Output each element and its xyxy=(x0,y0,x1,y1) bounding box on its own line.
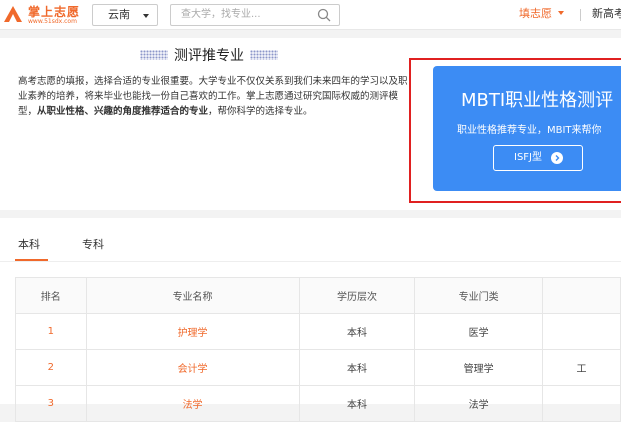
fill-volunteer-label: 填志愿 xyxy=(519,7,552,20)
extra-cell xyxy=(541,313,621,350)
col-header-major: 专业名称 xyxy=(85,277,300,314)
intro-bold-text: 从职业性格、兴趣的角度推荐适合的专业 xyxy=(37,106,209,117)
category-cell: 医学 xyxy=(414,313,543,350)
chevron-down-icon xyxy=(143,14,149,18)
table-row: 1 护理学 本科 医学 xyxy=(15,313,621,350)
mbti-result-label: ISFJ型 xyxy=(514,152,542,163)
logo-icon xyxy=(4,6,22,22)
col-header-rank: 排名 xyxy=(15,277,87,314)
region-label: 云南 xyxy=(108,8,130,21)
mbti-card[interactable]: MBTI职业性格测评 职业性格推荐专业，MBIT来帮你 ISFJ型 xyxy=(433,66,621,191)
level-cell: 本科 xyxy=(298,349,416,386)
rank-cell: 2 xyxy=(15,349,87,386)
level-cell: 本科 xyxy=(298,313,416,350)
category-cell: 管理学 xyxy=(414,349,543,386)
tab-benke[interactable]: 本科 xyxy=(18,236,40,252)
fill-volunteer-menu[interactable]: 填志愿 xyxy=(519,4,564,24)
search-icon[interactable] xyxy=(317,8,331,22)
col-header-extra xyxy=(541,277,621,314)
search-placeholder: 查大学，找专业... xyxy=(181,9,261,20)
major-link[interactable]: 会计学 xyxy=(85,349,300,386)
dots-decoration-icon xyxy=(140,50,168,60)
arrow-right-icon xyxy=(551,152,563,164)
header-divider xyxy=(580,9,581,21)
table-row: 2 会计学 本科 管理学 工 xyxy=(15,349,621,386)
top-bar: 掌上志愿 www.51sdx.com 云南 查大学，找专业... 填志愿 新高考 xyxy=(0,0,621,30)
table-header-row: 排名 专业名称 学历层次 专业门类 xyxy=(15,277,621,314)
major-table: 排名 专业名称 学历层次 专业门类 1 护理学 本科 医学 2 会计学 本科 管… xyxy=(15,277,621,422)
search-input[interactable]: 查大学，找专业... xyxy=(170,4,340,26)
new-gaokao-link[interactable]: 新高考 xyxy=(592,4,621,24)
rank-cell: 1 xyxy=(15,313,87,350)
dots-decoration-icon xyxy=(250,50,278,60)
tab-zhuanke[interactable]: 专科 xyxy=(82,236,104,252)
mbti-subtitle: 职业性格推荐专业，MBIT来帮你 xyxy=(457,125,602,136)
major-link[interactable]: 护理学 xyxy=(85,313,300,350)
col-header-level: 学历层次 xyxy=(298,277,416,314)
intro-description: 高考志愿的填报，选择合适的专业很重要。大学专业不仅仅关系到我们未来四年的学习以及… xyxy=(18,76,408,117)
logo[interactable]: 掌上志愿 www.51sdx.com xyxy=(2,2,82,28)
col-header-category: 专业门类 xyxy=(414,277,543,314)
region-select[interactable]: 云南 xyxy=(92,4,158,26)
mbti-title: MBTI职业性格测评 xyxy=(461,90,614,111)
extra-cell: 工 xyxy=(541,349,621,386)
tab-divider xyxy=(0,261,621,262)
chevron-down-icon xyxy=(558,11,564,15)
logo-url: www.51sdx.com xyxy=(28,18,77,25)
intro-title: 测评推专业 xyxy=(140,45,278,65)
mbti-result-button[interactable]: ISFJ型 xyxy=(493,145,583,171)
